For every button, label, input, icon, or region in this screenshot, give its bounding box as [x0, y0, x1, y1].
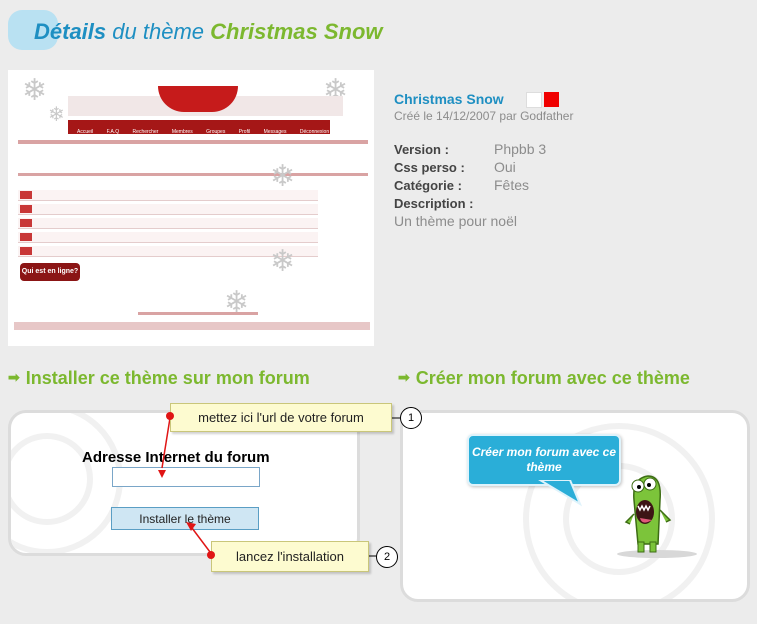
preview-nav-item: Profil [238, 129, 251, 135]
create-heading: ➡ Créer mon forum avec ce thème [398, 368, 690, 389]
tooltip-dot [166, 412, 174, 420]
color-swatch-red [544, 92, 559, 107]
install-theme-button[interactable]: Installer le thème [111, 507, 259, 530]
color-swatch-white [526, 92, 542, 108]
theme-preview-image: ❄ ❄ ❄ Accueil F.A.Q Rechercher Membres G… [8, 70, 374, 346]
snowflake-icon: ❄ [22, 74, 48, 107]
preview-nav-item: Rechercher [132, 129, 159, 135]
preview-bar [18, 173, 368, 176]
title-details: Détails [34, 19, 107, 44]
install-heading-text: Installer ce thème sur mon forum [25, 368, 310, 388]
preview-row [18, 218, 318, 229]
snowflake-icon: ❄ [270, 160, 296, 193]
address-label: Adresse Internet du forum [82, 449, 270, 466]
preview-row [18, 204, 318, 215]
step-number-1: 1 [400, 407, 422, 429]
snowflake-icon: ❄ [48, 104, 65, 126]
version-value: Phpbb 3 [494, 141, 547, 157]
step-number-2: 2 [376, 546, 398, 568]
preview-nav: Accueil F.A.Q Rechercher Membres Groupes… [68, 120, 330, 135]
preview-nav-item: Messages [263, 129, 287, 135]
preview-online-badge: Qui est en ligne? [20, 263, 80, 281]
theme-created: Créé le 14/12/2007 par Godfather [394, 109, 574, 123]
preview-footer [14, 322, 370, 330]
create-heading-text: Créer mon forum avec ce thème [415, 368, 690, 388]
preview-nav-item: Membres [171, 129, 193, 135]
description-value: Un thème pour noël [394, 213, 517, 229]
arrow-right-icon: ➡ [398, 369, 410, 385]
tooltip-install: lancez l'installation [211, 541, 369, 572]
description-label: Description : [394, 196, 474, 211]
preview-nav-item: Accueil [77, 129, 94, 135]
category-value: Fêtes [494, 177, 530, 193]
tooltip-dot [207, 551, 215, 559]
snowflake-icon: ❄ [270, 245, 296, 278]
preview-row [18, 232, 318, 243]
bubble-tail [538, 480, 583, 507]
theme-name: Christmas Snow [394, 91, 504, 107]
install-heading: ➡ Installer ce thème sur mon forum [8, 368, 310, 389]
create-forum-bubble-button[interactable]: Créer mon forum avec ce thème [467, 434, 621, 486]
title-theme-name: Christmas Snow [210, 19, 383, 44]
preview-nav-item: Groupes [206, 129, 226, 135]
arrow-right-icon: ➡ [8, 369, 20, 385]
preview-bar [18, 140, 368, 144]
monster-mascot-icon [617, 475, 697, 558]
forum-url-input[interactable] [112, 467, 260, 487]
version-label: Version : [394, 142, 449, 157]
title-du-theme: du thème [112, 19, 205, 44]
preview-nav-item: F.A.Q [106, 129, 120, 135]
preview-nav-item: Déconnexion [299, 129, 330, 135]
tooltip-url: mettez ici l'url de votre forum [170, 403, 392, 432]
preview-bar [138, 312, 258, 315]
css-label: Css perso : [394, 160, 465, 175]
css-value: Oui [494, 159, 516, 175]
page-title: Détails du thème Christmas Snow [34, 19, 383, 45]
category-label: Catégorie : [394, 178, 462, 193]
